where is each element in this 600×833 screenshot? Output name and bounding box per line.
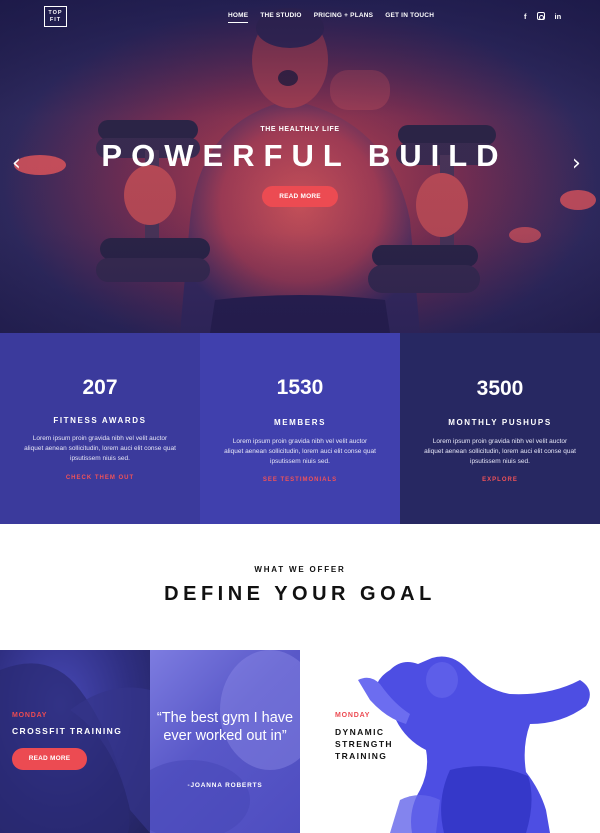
offer-kicker: WHAT WE OFFER <box>254 565 346 574</box>
see-testimonials-link[interactable]: SEE TESTIMONIALS <box>200 477 400 483</box>
dynamic-strength-title: DYNAMIC STRENGTH TRAINING <box>335 727 393 761</box>
stat-value: 3500 <box>476 377 524 400</box>
explore-link[interactable]: EXPLORE <box>400 477 600 483</box>
stat-value: 1530 <box>276 376 324 399</box>
stat-members: 1530 MEMBERS Lorem ipsum proin gravida n… <box>200 333 400 524</box>
testimonial-author: -JOANNA ROBERTS <box>187 782 263 789</box>
crossfit-title: CROSSFIT TRAINING <box>12 726 123 736</box>
nav-home[interactable]: HOME <box>228 12 249 23</box>
logo[interactable]: TOP FIT <box>44 6 67 27</box>
stat-description: Lorem ipsum proin gravida nibh vel velit… <box>224 438 376 465</box>
stats-section: 207 FITNESS AWARDS Lorem ipsum proin gra… <box>0 333 600 524</box>
hero-slider: TOP FIT HOME THE STUDIO PRICING + PLANS … <box>0 0 600 333</box>
social-links: f in <box>524 12 561 21</box>
hero-read-more-button[interactable]: READ MORE <box>262 186 338 207</box>
logo-line1: TOP <box>48 10 63 16</box>
hero-headline: POWERFUL BUILD <box>101 138 508 173</box>
stat-fitness-awards: 207 FITNESS AWARDS Lorem ipsum proin gra… <box>0 333 200 524</box>
stat-label: FITNESS AWARDS <box>53 416 147 425</box>
nav-pricing-plans[interactable]: PRICING + PLANS <box>314 12 374 23</box>
stat-description: Lorem ipsum proin gravida nibh vel velit… <box>24 435 176 462</box>
stat-monthly-pushups: 3500 MONTHLY PUSHUPS Lorem ipsum proin g… <box>400 333 600 524</box>
crossfit-day: MONDAY <box>12 712 48 719</box>
hero-kicker: THE HEALTHLY LIFE <box>260 126 340 133</box>
nav-get-in-touch[interactable]: GET IN TOUCH <box>385 12 434 23</box>
stat-description: Lorem ipsum proin gravida nibh vel velit… <box>424 438 576 465</box>
crossfit-card[interactable] <box>0 650 150 833</box>
linkedin-icon[interactable]: in <box>555 12 562 21</box>
logo-line2: FIT <box>49 17 62 23</box>
offer-title: DEFINE YOUR GOAL <box>164 583 436 605</box>
stat-value: 207 <box>82 376 118 399</box>
stat-label: MONTHLY PUSHUPS <box>448 418 552 427</box>
testimonial-quote: “The best gym I have ever worked out in” <box>156 710 294 744</box>
crossfit-read-more-button[interactable]: READ MORE <box>12 748 87 770</box>
dynamic-strength-day: MONDAY <box>335 712 371 719</box>
instagram-icon[interactable] <box>536 12 545 20</box>
facebook-icon[interactable]: f <box>524 12 527 21</box>
main-nav: HOME THE STUDIO PRICING + PLANS GET IN T… <box>228 12 434 23</box>
crossfit-image <box>0 663 150 833</box>
stat-label: MEMBERS <box>273 418 327 427</box>
nav-the-studio[interactable]: THE STUDIO <box>260 12 301 23</box>
check-them-out-link[interactable]: CHECK THEM OUT <box>0 475 200 481</box>
